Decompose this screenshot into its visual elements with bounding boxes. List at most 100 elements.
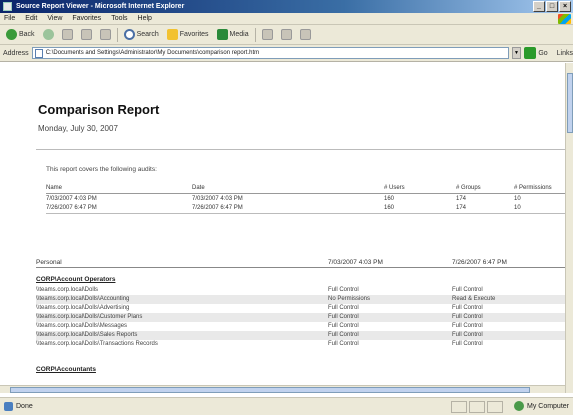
- perm-value-b: Full Control: [452, 287, 483, 293]
- table-row: 7/03/2007 4:03 PM 7/03/2007 4:03 PM 160 …: [46, 196, 565, 205]
- menu-favorites[interactable]: Favorites: [72, 15, 101, 22]
- ie-app-icon: [3, 2, 12, 11]
- perm-value-a: Full Control: [328, 332, 359, 338]
- table-row: 7/26/2007 6:47 PM 7/26/2007 6:47 PM 160 …: [46, 205, 565, 214]
- perm-path: \\teams.corp.local\Dolls: [36, 287, 99, 293]
- table-row: \\teams.corp.local\Dolls Full Control Fu…: [36, 286, 565, 295]
- search-label: Search: [136, 31, 159, 38]
- window-title: Source Report Viewer - Microsoft Interne…: [16, 3, 185, 10]
- minimize-button[interactable]: _: [533, 1, 545, 12]
- my-computer-icon: [513, 401, 524, 411]
- toolbar-separator: [254, 27, 256, 42]
- perm-value-b: Read & Execute: [452, 296, 496, 302]
- back-button[interactable]: Back: [4, 27, 37, 42]
- page-done-icon: [4, 402, 13, 411]
- go-label: Go: [538, 49, 548, 57]
- media-button[interactable]: Media: [215, 27, 251, 42]
- audit-name: 7/03/2007 4:03 PM: [46, 196, 97, 202]
- perm-value-b: Full Control: [452, 314, 483, 320]
- horizontal-scroll-thumb[interactable]: [10, 387, 530, 393]
- perm-path: \\teams.corp.local\Dolls\Accounting: [36, 296, 130, 302]
- col-groups: # Groups: [456, 185, 481, 191]
- menu-edit[interactable]: Edit: [25, 15, 37, 22]
- windows-logo-icon: [558, 14, 571, 24]
- document-icon: [34, 48, 43, 58]
- history-icon: [261, 29, 273, 40]
- audit-perms: 10: [514, 205, 521, 211]
- perm-value-a: Full Control: [328, 341, 359, 347]
- vertical-scrollbar[interactable]: [565, 63, 573, 393]
- audit-perms: 10: [514, 196, 521, 202]
- go-button[interactable]: Go: [524, 47, 548, 59]
- status-pane: [469, 401, 485, 413]
- window-titlebar: Source Report Viewer - Microsoft Interne…: [0, 0, 573, 13]
- menu-file[interactable]: File: [4, 15, 15, 22]
- address-label: Address: [3, 49, 29, 57]
- refresh-icon: [80, 29, 92, 40]
- table-row: \\teams.corp.local\Dolls\Customer Plans …: [36, 313, 565, 322]
- favorites-star-icon: [166, 29, 178, 40]
- forward-button[interactable]: [41, 27, 56, 42]
- group-heading: CORP\Accountants: [36, 366, 96, 373]
- status-bar: Done My Computer: [0, 397, 573, 415]
- perm-path: \\teams.corp.local\Dolls\Messages: [36, 323, 128, 329]
- vertical-scroll-thumb[interactable]: [567, 73, 573, 133]
- address-bar: Address C:\Documents and Settings\Admini…: [0, 45, 573, 62]
- stop-button[interactable]: [60, 27, 75, 42]
- back-arrow-icon: [6, 29, 17, 40]
- favorites-label: Favorites: [179, 31, 209, 38]
- perm-value-a: Full Control: [328, 323, 359, 329]
- perm-value-b: Full Control: [452, 341, 483, 347]
- horizontal-scrollbar[interactable]: [0, 385, 565, 393]
- group-heading: CORP\Account Operators: [36, 276, 116, 283]
- report-title: Comparison Report: [38, 102, 160, 117]
- menu-help[interactable]: Help: [138, 15, 152, 22]
- links-button[interactable]: Links: [557, 50, 573, 57]
- perm-value-a: No Permissions: [328, 296, 371, 302]
- go-arrow-icon: [524, 47, 537, 59]
- mail-button[interactable]: [279, 27, 294, 42]
- status-pane: [487, 401, 503, 413]
- table-row: \\teams.corp.local\Dolls\Advertising Ful…: [36, 304, 565, 313]
- perm-path: \\teams.corp.local\Dolls\Transactions Re…: [36, 341, 158, 347]
- media-label: Media: [229, 31, 249, 38]
- standard-toolbar: Back Search Favorites Media: [0, 25, 573, 45]
- mail-icon: [280, 29, 292, 40]
- menu-view[interactable]: View: [47, 15, 62, 22]
- search-button[interactable]: Search: [122, 27, 161, 42]
- audit-users: 160: [384, 196, 395, 202]
- col-permissions: # Permissions: [514, 185, 552, 191]
- address-dropdown-button[interactable]: ▼: [511, 47, 522, 59]
- window-controls: _ □ ×: [533, 1, 571, 12]
- maximize-button[interactable]: □: [546, 1, 558, 12]
- perm-value-b: Full Control: [452, 305, 483, 311]
- table-row: \\teams.corp.local\Dolls\Accounting No P…: [36, 295, 565, 304]
- home-button[interactable]: [98, 27, 113, 42]
- history-button[interactable]: [260, 27, 275, 42]
- col-audit-1: 7/03/2007 4:03 PM: [328, 259, 383, 266]
- permissions-header-row: Personal 7/03/2007 4:03 PM 7/26/2007 6:4…: [36, 256, 565, 268]
- address-input[interactable]: C:\Documents and Settings\Administrator\…: [31, 47, 509, 59]
- refresh-button[interactable]: [79, 27, 94, 42]
- table-row: \\teams.corp.local\Dolls\Transactions Re…: [36, 340, 565, 349]
- media-icon: [216, 29, 228, 40]
- close-button[interactable]: ×: [559, 1, 571, 12]
- col-date: Date: [192, 185, 205, 191]
- divider: [36, 149, 565, 150]
- perm-value-a: Full Control: [328, 314, 359, 320]
- col-name: Name: [46, 185, 63, 191]
- audit-groups: 174: [456, 196, 467, 202]
- forward-arrow-icon: [42, 29, 54, 40]
- audit-header-row: Name Date # Users # Groups # Permissions: [46, 185, 565, 194]
- print-button[interactable]: [298, 27, 313, 42]
- favorites-button[interactable]: Favorites: [165, 27, 211, 42]
- perm-path: \\teams.corp.local\Dolls\Advertising: [36, 305, 130, 311]
- audit-groups: 174: [456, 205, 467, 211]
- perm-path: \\teams.corp.local\Dolls\Sales Reports: [36, 332, 138, 338]
- status-text: Done: [16, 403, 33, 410]
- col-users: # Users: [384, 185, 405, 191]
- print-icon: [299, 29, 311, 40]
- menu-tools[interactable]: Tools: [111, 15, 127, 22]
- perm-path: \\teams.corp.local\Dolls\Customer Plans: [36, 314, 143, 320]
- table-row: \\teams.corp.local\Dolls\Messages Full C…: [36, 322, 565, 331]
